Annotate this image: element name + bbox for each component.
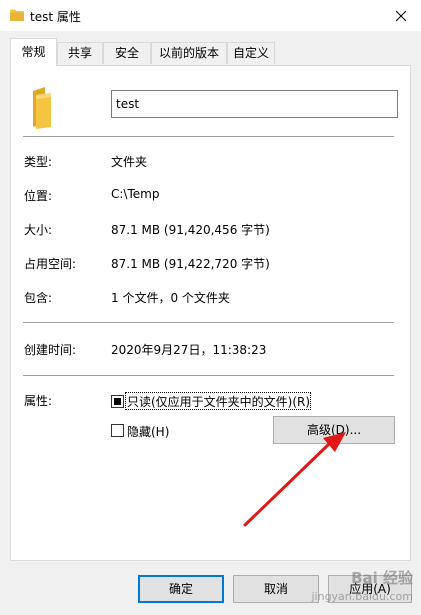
watermark: Bai 经验 [351, 569, 413, 587]
size-on-disk-value: 87.1 MB (91,422,720 字节) [111, 257, 270, 271]
type-value: 文件夹 [111, 155, 148, 169]
tab-customize[interactable]: 自定义 [227, 42, 275, 64]
contains-label: 包含: [24, 291, 53, 305]
folder-name-input[interactable]: test [111, 90, 398, 118]
readonly-checkbox[interactable] [111, 395, 124, 408]
folder-icon [10, 9, 24, 24]
contains-value: 1 个文件，0 个文件夹 [111, 291, 230, 305]
type-label: 类型: [24, 155, 53, 169]
hidden-label[interactable]: 隐藏(H) [127, 423, 169, 440]
watermark-url: jingyan.baidu.com [311, 590, 413, 603]
location-label: 位置: [24, 189, 53, 203]
window-title: test 属性 [30, 10, 81, 24]
close-icon [395, 10, 407, 22]
advanced-button[interactable]: 高级(D)... [273, 416, 395, 444]
close-button[interactable] [381, 0, 421, 31]
folder-icon [31, 87, 53, 132]
tab-security[interactable]: 安全 [103, 42, 151, 64]
hidden-checkbox[interactable] [111, 424, 124, 437]
readonly-label[interactable]: 只读(仅应用于文件夹中的文件)(R) [127, 393, 310, 410]
separator [23, 375, 394, 376]
separator [23, 322, 394, 323]
attributes-label: 属性: [24, 394, 53, 408]
created-value: 2020年9月27日，11:38:23 [111, 343, 267, 357]
general-panel: test 类型: 文件夹 位置: C:\Temp 大小: 87.1 MB (91… [10, 65, 411, 561]
title-bar: test 属性 [0, 0, 421, 31]
size-on-disk-label: 占用空间: [24, 257, 77, 271]
ok-button[interactable]: 确定 [138, 575, 224, 603]
cancel-button[interactable]: 取消 [233, 575, 319, 603]
size-value: 87.1 MB (91,420,456 字节) [111, 223, 270, 237]
location-value: C:\Temp [111, 187, 160, 201]
tab-general[interactable]: 常规 [10, 38, 57, 66]
size-label: 大小: [24, 223, 53, 237]
tab-sharing[interactable]: 共享 [57, 42, 103, 64]
separator [23, 136, 394, 137]
tab-previous-versions[interactable]: 以前的版本 [151, 42, 227, 64]
created-label: 创建时间: [24, 343, 77, 357]
